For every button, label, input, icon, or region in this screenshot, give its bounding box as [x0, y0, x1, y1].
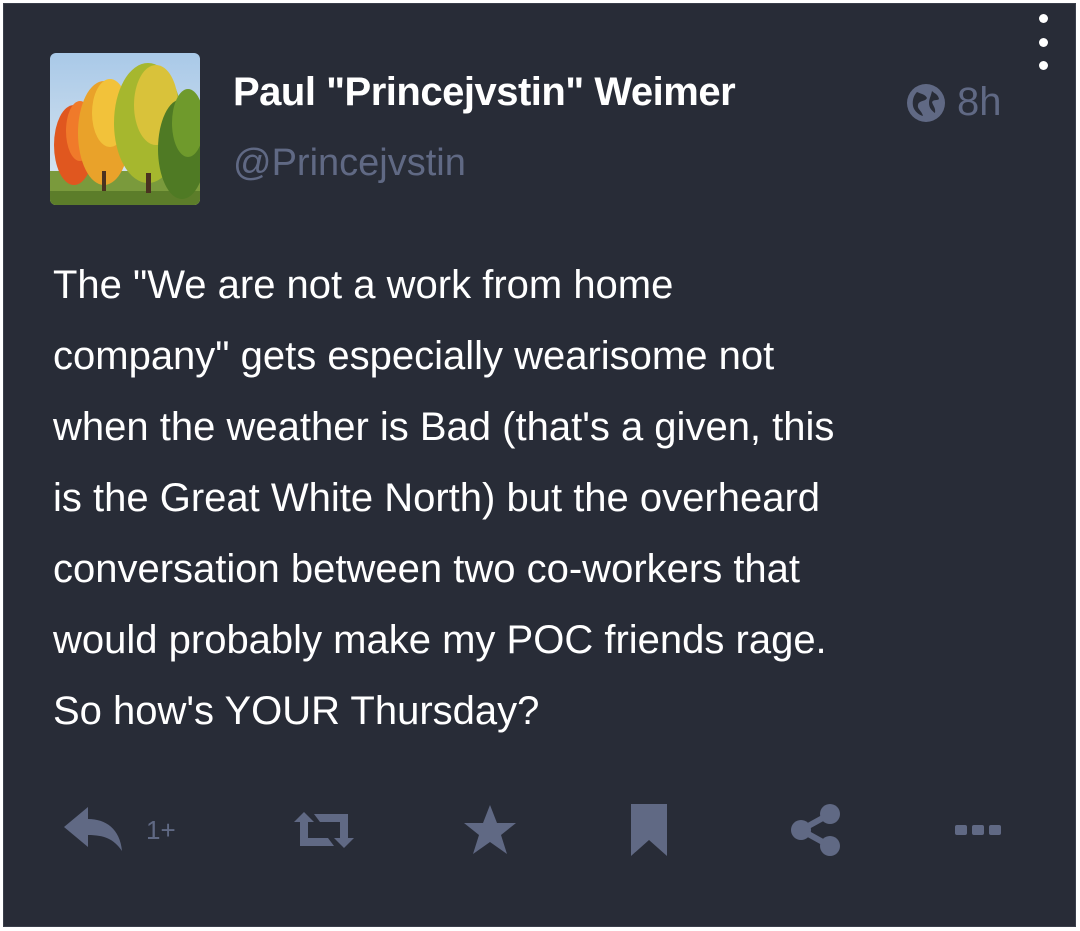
- author-display-name[interactable]: Paul "Princejvstin" Weimer: [233, 70, 736, 115]
- status-content: The "We are not a work from home company…: [53, 250, 1043, 747]
- status-content-line: The "We are not a work from home: [53, 263, 674, 307]
- boost-button[interactable]: [294, 800, 354, 860]
- status-content-line: company" gets especially wearisome not: [53, 334, 775, 378]
- status-content-line: is the Great White North) but the overhe…: [53, 476, 821, 520]
- bookmark-icon: [631, 804, 667, 856]
- author-handle[interactable]: @Princejvstin: [233, 142, 466, 185]
- boost-icon: [294, 812, 354, 848]
- status-content-line: So how's YOUR Thursday?: [53, 689, 540, 733]
- more-button[interactable]: [955, 800, 1001, 860]
- share-button[interactable]: [790, 800, 842, 860]
- star-icon: [464, 805, 516, 854]
- status-action-bar: 1+: [62, 800, 1012, 860]
- share-icon: [791, 804, 840, 856]
- avatar[interactable]: [50, 53, 200, 205]
- status-meta: 8h: [905, 80, 1002, 125]
- reply-count: 1+: [146, 814, 176, 845]
- more-icon: [955, 825, 1001, 835]
- reply-icon: [64, 807, 122, 851]
- reply-button[interactable]: 1+: [62, 800, 176, 860]
- status-timestamp[interactable]: 8h: [957, 80, 1002, 125]
- status-content-line: would probably make my POC friends rage.: [53, 618, 827, 662]
- autumn-trees-avatar-icon: [50, 53, 200, 205]
- status-content-line: when the weather is Bad (that's a given,…: [53, 405, 835, 449]
- favourite-button[interactable]: [463, 800, 517, 860]
- globe-icon: [907, 83, 945, 122]
- status-content-line: conversation between two co-workers that: [53, 547, 801, 591]
- overflow-menu-icon[interactable]: [1028, 14, 1058, 70]
- bookmark-button[interactable]: [631, 800, 667, 860]
